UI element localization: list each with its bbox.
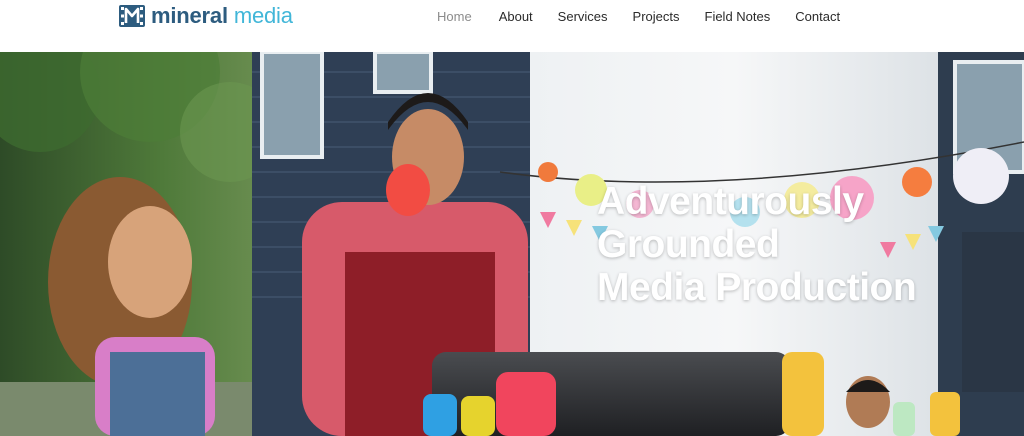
film-m-icon <box>119 5 145 27</box>
hero-headline: Adventurously Grounded Media Production <box>597 180 997 309</box>
logo-text-strong: mineral <box>151 3 228 28</box>
main-nav: Home About Services Projects Field Notes… <box>437 8 840 26</box>
logo-wordmark: mineral media <box>151 3 293 29</box>
nav-home[interactable]: Home <box>437 8 472 26</box>
nav-field-notes[interactable]: Field Notes <box>705 8 771 26</box>
nav-services[interactable]: Services <box>558 8 608 26</box>
hero-headline-line-1: Adventurously <box>597 180 864 223</box>
nav-contact[interactable]: Contact <box>795 8 840 26</box>
hero-section: Adventurously Grounded Media Production <box>0 52 1024 436</box>
logo-text-light: media <box>233 3 293 28</box>
nav-about[interactable]: About <box>499 8 533 26</box>
hero-headline-line-2: Grounded <box>597 223 780 266</box>
site-header: mineral media Home About Services Project… <box>0 0 1024 52</box>
hero-headline-line-3: Media Production <box>597 266 917 309</box>
nav-projects[interactable]: Projects <box>633 8 680 26</box>
logo-link[interactable]: mineral media <box>119 3 293 29</box>
